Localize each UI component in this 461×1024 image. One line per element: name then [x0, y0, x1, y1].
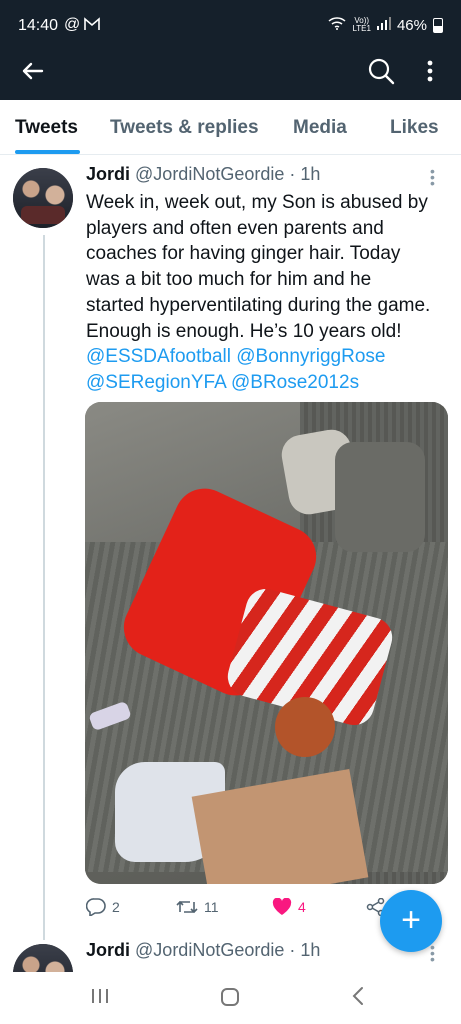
tweet-line: Enough is enough. He’s 10 years old! — [86, 320, 402, 342]
active-tab-indicator — [15, 150, 80, 154]
home-icon[interactable] — [219, 986, 241, 1013]
signal-icon — [376, 16, 391, 34]
at-icon: @ — [64, 16, 81, 33]
reply-icon — [86, 898, 106, 916]
tweet-line: coaches for having ginger hair. Today — [86, 243, 401, 265]
tab-media[interactable]: Media — [293, 117, 347, 139]
network-label: Vo)) LTE1 — [352, 16, 371, 33]
battery-icon — [433, 17, 443, 33]
tweet-more-icon[interactable]: • • • — [430, 164, 435, 190]
like-count: 4 — [298, 899, 306, 915]
system-nav-bar — [0, 972, 461, 1024]
tweet-text: Week in, week out, my Son is abused by p… — [86, 190, 451, 396]
display-name[interactable]: Jordi — [86, 940, 130, 960]
app-header: 14:40 @ Vo)) LTE1 46% — [0, 0, 461, 100]
retweet-icon — [176, 898, 198, 916]
thread-connector — [43, 235, 45, 940]
search-icon[interactable] — [366, 56, 396, 86]
tweet-photo[interactable] — [85, 402, 448, 884]
tab-tweets[interactable]: Tweets — [15, 117, 78, 139]
user-handle[interactable]: @JordiNotGeordie — [135, 940, 284, 960]
back-nav-icon[interactable] — [350, 986, 366, 1011]
mention-link[interactable]: @ESSDAfootball — [86, 346, 231, 367]
tweet-header: Jordi @JordiNotGeordie · 1h — [86, 940, 320, 961]
status-time: 14:40 — [18, 17, 59, 34]
mention-link[interactable]: @BonnyriggRose — [236, 346, 385, 367]
tweet-time: 1h — [300, 164, 321, 184]
mention-link[interactable]: @SERegionYFA — [86, 372, 226, 393]
separator-dot: · — [289, 940, 296, 960]
tweet-line: started hyperventilating during the game… — [86, 294, 431, 316]
battery-level: 46% — [396, 16, 427, 34]
status-bar: 14:40 @ Vo)) LTE1 46% — [0, 0, 461, 52]
tweet-line: Week in, week out, my Son is abused by — [86, 192, 428, 213]
tab-tweets-replies[interactable]: Tweets & replies — [110, 117, 259, 139]
retweet-count: 11 — [204, 899, 219, 915]
arrow-left-icon[interactable] — [18, 56, 48, 86]
tweet-time: 1h — [300, 940, 321, 960]
retweet-button[interactable]: 11 — [176, 898, 219, 916]
status-right: Vo)) LTE1 46% — [328, 16, 443, 34]
profile-tabs: Tweets Tweets & replies Media Likes — [0, 100, 461, 155]
heart-icon — [272, 898, 292, 916]
tweet-more-icon[interactable]: • • • — [430, 940, 435, 966]
like-button[interactable]: 4 — [272, 898, 306, 916]
tab-likes[interactable]: Likes — [390, 117, 439, 139]
mail-icon — [84, 17, 100, 35]
reply-button[interactable]: 2 — [86, 898, 120, 916]
tweet-line: was a bit too much for him and he — [86, 269, 372, 291]
tweet-actions: 2 11 4 — [86, 896, 416, 922]
tweet-header: Jordi @JordiNotGeordie · 1h — [86, 164, 320, 185]
wifi-icon — [328, 16, 346, 34]
user-handle[interactable]: @JordiNotGeordie — [135, 164, 284, 184]
profile-nav — [0, 52, 461, 100]
tweet-line: players and often even parents and — [86, 217, 384, 239]
display-name[interactable]: Jordi — [86, 164, 130, 184]
separator-dot: · — [289, 164, 296, 184]
more-vertical-icon[interactable] — [420, 56, 440, 86]
recent-apps-icon[interactable] — [90, 986, 110, 1011]
reply-count: 2 — [112, 899, 120, 915]
avatar[interactable] — [13, 168, 73, 228]
mention-link[interactable]: @BRose2012s — [231, 372, 359, 393]
